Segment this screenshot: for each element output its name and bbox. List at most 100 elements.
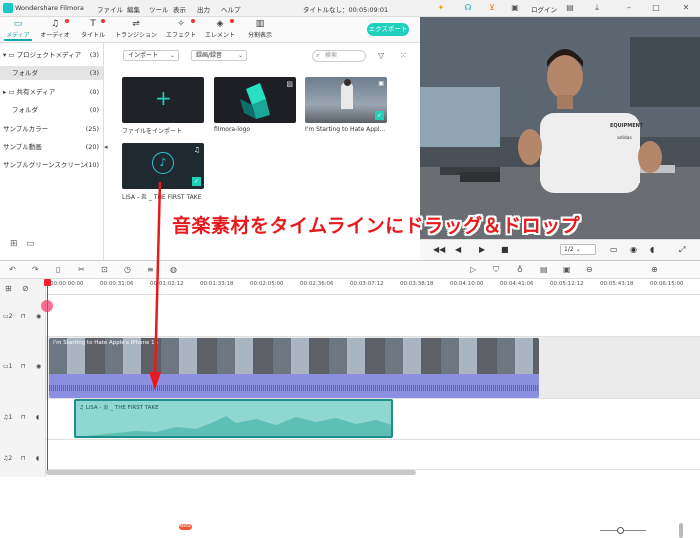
folder-icon[interactable]: ▭: [26, 239, 35, 249]
delete-icon[interactable]: ▯: [56, 265, 60, 275]
playhead[interactable]: [47, 284, 48, 472]
camera-icon[interactable]: ◉: [630, 244, 637, 255]
track-lane-audio-2[interactable]: [46, 440, 700, 470]
zoom-in-icon[interactable]: ⊕: [651, 265, 658, 275]
login-button[interactable]: ログイン: [531, 4, 557, 14]
frame-back-icon[interactable]: ◀: [455, 244, 461, 255]
export-button[interactable]: エクスポート: [367, 23, 409, 36]
sidebar-item-shared-folder[interactable]: フォルダ (0): [0, 103, 103, 117]
menu-file[interactable]: ファイル: [97, 4, 123, 14]
search-placeholder: 検索: [325, 52, 338, 59]
speed-icon[interactable]: ◷: [124, 265, 131, 275]
video-clip[interactable]: I'm Starting to Hate Apple's iPhone 15: [49, 338, 539, 398]
tab-element[interactable]: ◈ エレメント: [203, 19, 237, 41]
eye-icon[interactable]: ◉: [36, 363, 41, 370]
cart-icon[interactable]: ⊻: [487, 3, 497, 13]
ai-tool-icon[interactable]: ◍: [170, 265, 177, 275]
bulb-icon[interactable]: ✦: [436, 3, 446, 13]
menu-tools[interactable]: ツール: [149, 4, 169, 14]
grid-view-icon[interactable]: ⁙: [400, 51, 407, 60]
voiceover-icon[interactable]: ▤: [540, 265, 548, 275]
lock-icon[interactable]: ⊓: [21, 313, 26, 320]
maximize-icon[interactable]: □: [651, 3, 661, 13]
sidebar-item-sample-video[interactable]: サンプル動画 (20): [0, 140, 103, 154]
cursor-marker: [41, 300, 53, 312]
sidebar-item-shared-media[interactable]: ▸ ▭ 共有メディア (0): [0, 85, 103, 99]
speaker-icon[interactable]: ◖: [36, 455, 39, 462]
panel-toggle[interactable]: [679, 523, 683, 538]
link-icon[interactable]: ⊘: [22, 284, 29, 293]
shield-icon[interactable]: ⛉: [493, 265, 499, 275]
snapshot-icon[interactable]: ▣: [563, 265, 571, 275]
person-figure: [341, 83, 353, 109]
lock-icon[interactable]: ⊓: [21, 455, 26, 462]
zoom-out-icon[interactable]: ⊖: [586, 265, 593, 275]
media-item-import[interactable]: +: [122, 77, 204, 123]
tab-title[interactable]: T タイトル: [78, 19, 108, 41]
fullscreen-icon[interactable]: ⤢: [679, 244, 685, 255]
menu-edit[interactable]: 編集: [127, 4, 140, 14]
playhead-handle[interactable]: [44, 279, 51, 286]
tab-split-screen[interactable]: ▥ 分割表示: [244, 19, 276, 41]
microphone-icon[interactable]: ♁: [517, 265, 523, 275]
video-track-icon: ▭2: [3, 313, 13, 320]
ruler-tick-label: 00:03:38:18: [400, 281, 434, 287]
sidebar-item-label: フォルダ: [12, 106, 38, 114]
audio-track-icon: ♫2: [3, 455, 13, 462]
timeline-scrollbar[interactable]: [46, 470, 416, 475]
minimize-icon[interactable]: –: [624, 3, 634, 13]
sidebar-item-project-media[interactable]: ▾ ▭ プロジェクトメディア (3): [0, 48, 103, 62]
ruler-tick-label: 00:04:10:00: [450, 281, 484, 287]
import-dropdown[interactable]: インポート ⌄: [123, 50, 179, 61]
collapse-sidebar-icon[interactable]: ◂: [104, 143, 108, 151]
crop-icon[interactable]: ⊡: [101, 265, 108, 275]
tab-transition[interactable]: ⇌ トランジション: [113, 19, 159, 41]
step-back-icon[interactable]: ◀◀: [433, 244, 445, 255]
tab-title-label: タイトル: [80, 32, 105, 39]
tab-media[interactable]: ▭ メディア: [4, 19, 32, 41]
add-folder-icon[interactable]: ⊞: [10, 239, 18, 249]
play-icon[interactable]: ▶: [479, 244, 485, 255]
zoom-slider-handle[interactable]: [617, 527, 624, 534]
preview-window[interactable]: EQUIPMENT adidas: [420, 17, 700, 239]
eye-icon[interactable]: ◉: [36, 313, 41, 320]
chevron-down-icon: ⌄: [237, 52, 243, 59]
download-icon[interactable]: ⤓: [592, 3, 602, 13]
tab-transition-label: トランジション: [114, 32, 157, 39]
record-dropdown[interactable]: 録画/録音 ⌄: [191, 50, 247, 61]
render-icon[interactable]: ▷: [470, 265, 476, 275]
lock-icon[interactable]: ⊓: [21, 363, 26, 370]
shirt-text-2: adidas: [617, 136, 632, 141]
menu-export[interactable]: 出力: [197, 4, 210, 14]
lock-icon[interactable]: ⊓: [21, 414, 26, 421]
audio-clip[interactable]: ♫ LiSA - 炎 _ THE FIRST TAKE: [74, 399, 393, 438]
filter-icon[interactable]: ▽: [378, 51, 384, 60]
speaker-icon[interactable]: ◖: [36, 414, 39, 421]
sidebar-item-label: フォルダ: [12, 69, 38, 77]
playback-speed-select[interactable]: 1/2 ⌄: [560, 244, 596, 255]
sidebar-item-label: サンプル動画: [3, 143, 42, 151]
tab-audio[interactable]: ♫ オーディオ: [38, 19, 72, 41]
tab-effect[interactable]: ✧ エフェクト: [164, 19, 198, 41]
media-item-filmora-logo[interactable]: ▨: [214, 77, 296, 123]
message-icon[interactable]: ▤: [565, 3, 575, 13]
volume-icon[interactable]: ◖: [650, 244, 654, 255]
redo-icon[interactable]: ↷: [32, 265, 39, 275]
sidebar-item-sample-color[interactable]: サンプルカラー (25): [0, 122, 103, 136]
menu-view[interactable]: 表示: [173, 4, 186, 14]
search-input[interactable]: ⌕ 検索: [312, 50, 366, 62]
track-headers: ⊞ ⊘ ▭2 ⊓ ◉ ▭1 ⊓ ◉ ♫1 ⊓ ◖ ♫2 ⊓ ◖: [0, 279, 46, 477]
headset-icon[interactable]: ☊: [463, 3, 473, 13]
stop-icon[interactable]: ■: [501, 244, 509, 255]
close-icon[interactable]: ✕: [681, 3, 691, 13]
menu-help[interactable]: ヘルプ: [221, 4, 241, 14]
monitor-icon[interactable]: ▭: [610, 244, 618, 255]
sidebar-item-folder[interactable]: フォルダ (3): [0, 66, 103, 80]
sidebar-actions: ⊞ ▭: [10, 239, 35, 249]
sidebar-item-sample-greenscreen[interactable]: サンプルグリーンスクリーン (10): [0, 158, 103, 172]
cut-icon[interactable]: ✂: [78, 265, 85, 275]
media-item-video[interactable]: ▣ ✓: [305, 77, 387, 123]
undo-icon[interactable]: ↶: [9, 265, 16, 275]
gift-icon[interactable]: ▣: [510, 3, 520, 13]
add-track-icon[interactable]: ⊞: [5, 284, 12, 293]
